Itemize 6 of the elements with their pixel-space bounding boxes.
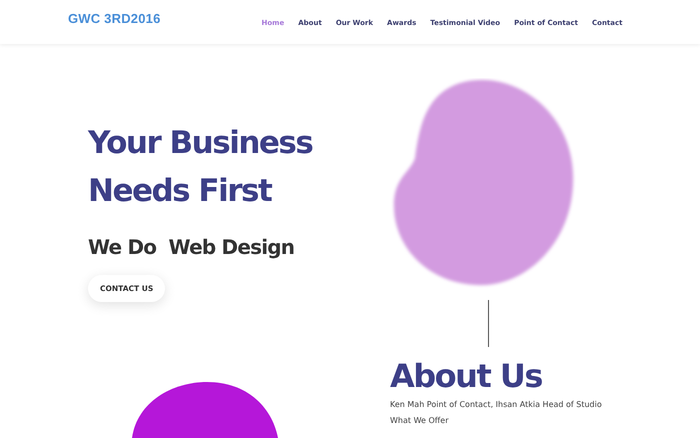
- section-heading: What We Offer: [390, 415, 450, 426]
- about-text: Ken Mah Point of Contact, Ihsan Atkia Head of Studio: [390, 399, 603, 410]
- subtitle: We Do Web Design: [88, 234, 296, 261]
- hero-title: Needs First: [88, 172, 273, 211]
- hero-title: Your Business: [88, 124, 314, 163]
- section-title: About Us: [390, 357, 543, 395]
